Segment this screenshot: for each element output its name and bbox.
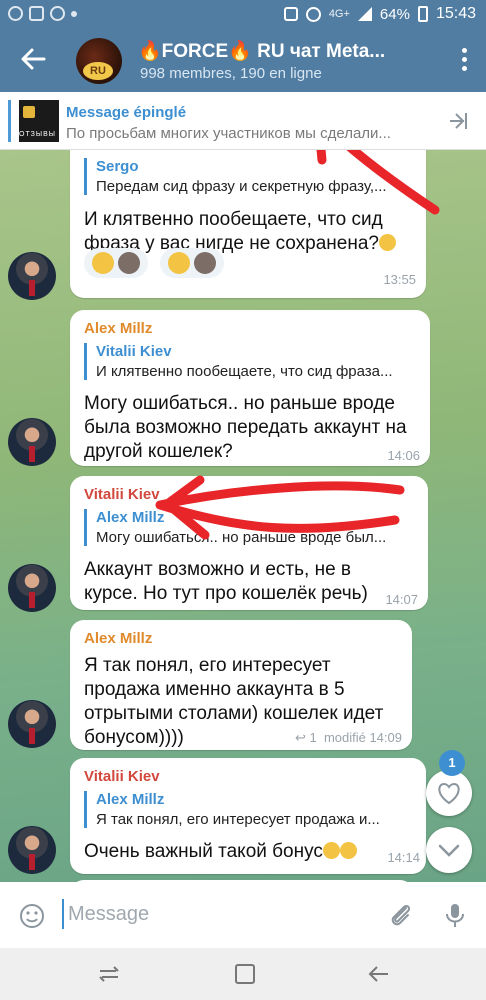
message-time: 14:06 (387, 448, 420, 463)
grin-emoji-icon (378, 234, 396, 251)
message-meta: ↩ 1 modifié 14:09 (295, 730, 402, 746)
reaction-thumbs-up[interactable] (84, 248, 148, 278)
avatar-badge: RU (83, 62, 113, 80)
message-author[interactable]: Alex Millz (84, 630, 152, 647)
reply-text: И клятвенно пообещаете, что сид фраза... (96, 363, 393, 380)
pinned-indicator (8, 100, 11, 142)
reply-quote[interactable]: Sergo Передам сид фразу и секретную фраз… (84, 158, 404, 195)
avatar[interactable] (8, 252, 56, 300)
chat-title[interactable]: 🔥FORCE🔥 RU чат Meta... (138, 39, 438, 63)
status-bar: 4G+ 64% 15:43 (0, 0, 486, 30)
group-avatar[interactable]: RU (76, 38, 122, 84)
reply-text: Передам сид фразу и секретную фразу,... (96, 178, 387, 195)
heart-icon (438, 782, 460, 805)
reaction-grin[interactable] (160, 248, 224, 278)
back-arrow-icon[interactable] (18, 44, 48, 74)
chat-subtitle: 998 membres, 190 en ligne (140, 65, 322, 82)
avatar[interactable] (8, 826, 56, 874)
message-author[interactable]: Vitalii Kiev (84, 486, 160, 503)
reply-count: 1 (309, 730, 317, 745)
microphone-icon[interactable] (440, 900, 470, 930)
avatar[interactable] (8, 564, 56, 612)
clock: 15:43 (435, 5, 476, 22)
more-menu-icon[interactable] (462, 48, 468, 74)
message-input[interactable] (62, 899, 362, 929)
reply-quote[interactable]: Vitalii Kiev И клятвенно пообещаете, что… (84, 343, 414, 380)
reply-author: Vitalii Kiev (96, 343, 172, 360)
unread-badge: 1 (439, 750, 465, 776)
message-text: Могу ошибаться.. но раньше вроде была во… (84, 393, 407, 462)
notification-dot-icon (71, 11, 77, 17)
message-bubble[interactable]: Sergo Передам сид фразу и секретную фраз… (70, 150, 426, 298)
scroll-down-button[interactable] (426, 827, 472, 873)
message-bubble[interactable]: Alex Millz Я так понял, его интересует п… (70, 620, 412, 750)
pinned-text: По просьбам многих участников мы сделали… (66, 125, 391, 142)
relieved-emoji-icon (322, 842, 340, 859)
message-bubble[interactable]: Alex Millz Vitalii Kiev И клятвенно пооб… (70, 310, 430, 466)
battery-icon (417, 6, 428, 22)
mute-icon (283, 7, 298, 21)
message-author[interactable]: Alex Millz (84, 320, 152, 337)
pinned-thumbnail: ОТЗЫВЫ (19, 100, 59, 142)
message-bubble[interactable]: Vitalii Kiev Alex Millz Могу ошибаться..… (70, 476, 428, 610)
whatsapp-icon (8, 6, 23, 21)
paperclip-icon[interactable] (386, 900, 416, 930)
pinned-label: Message épinglé (66, 104, 187, 121)
grin-emoji-icon (339, 842, 357, 859)
reply-text: Могу ошибаться.. но раньше вроде был... (96, 529, 387, 546)
message-bubble[interactable]: Vitalii Kiev Alex Millz Я так понял, его… (70, 758, 426, 874)
reply-author: Alex Millz (96, 791, 165, 808)
reply-quote[interactable]: Alex Millz Я так понял, его интересует п… (84, 791, 414, 828)
chevron-down-icon (438, 844, 460, 857)
unpin-icon[interactable] (446, 110, 472, 132)
whatsapp-business-icon (50, 6, 65, 21)
message-time: modifié 14:09 (323, 730, 402, 745)
message-author[interactable]: Vitalii Kiev (84, 768, 160, 785)
message-composer (0, 882, 486, 948)
back-icon[interactable] (366, 962, 392, 986)
system-nav-bar (0, 948, 486, 1000)
battery-text: 64% (379, 5, 410, 23)
network-type: 4G+ (328, 8, 350, 20)
message-list[interactable]: Sergo Передам сид фразу и секретную фраз… (0, 150, 486, 882)
reactions (84, 248, 224, 278)
message-time: 14:07 (385, 592, 418, 607)
reply-text: Я так понял, его интересует продажа и... (96, 811, 380, 828)
reply-arrow-icon: ↩ (294, 730, 306, 745)
home-icon[interactable] (232, 962, 258, 986)
message-text: Очень важный такой бонус (84, 840, 357, 864)
message-time: 13:55 (383, 272, 416, 287)
signal-icon (357, 7, 372, 21)
chat-header: RU 🔥FORCE🔥 RU чат Meta... 998 membres, 1… (0, 30, 486, 92)
mentions-button[interactable] (426, 770, 472, 816)
youtube-icon (29, 6, 44, 21)
reply-author: Alex Millz (96, 509, 165, 526)
alarm-icon (305, 6, 321, 22)
emoji-icon[interactable] (18, 902, 46, 930)
avatar[interactable] (8, 700, 56, 748)
message-text: Аккаунт возможно и есть, не в курсе. Но … (84, 559, 368, 604)
message-time: 14:14 (387, 850, 420, 865)
reply-quote[interactable]: Alex Millz Могу ошибаться.. но раньше вр… (84, 509, 414, 546)
pinned-message-bar[interactable]: ОТЗЫВЫ Message épinglé По просьбам многи… (0, 92, 486, 150)
reply-author: Sergo (96, 158, 139, 175)
avatar[interactable] (8, 418, 56, 466)
recent-apps-icon[interactable] (96, 962, 122, 986)
